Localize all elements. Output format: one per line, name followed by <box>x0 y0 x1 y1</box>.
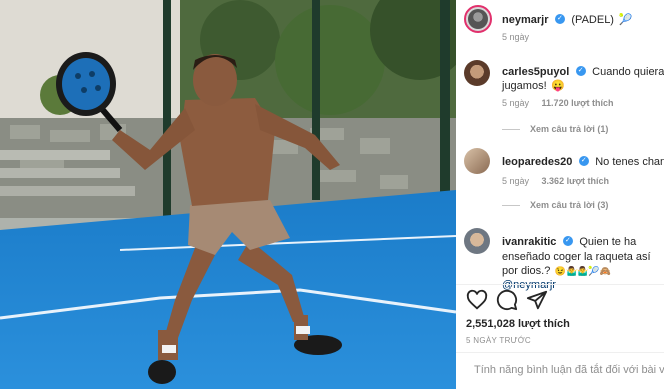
comment-icon[interactable] <box>496 289 518 311</box>
verified-icon: ✓ <box>575 65 586 76</box>
commenter-avatar[interactable] <box>464 228 490 254</box>
post-photo[interactable] <box>0 0 456 389</box>
divider <box>456 284 664 285</box>
comment-meta: 5 ngày 3.362 lượt thích <box>502 176 609 186</box>
verified-icon: ✓ <box>562 235 573 246</box>
replies-line <box>502 205 520 207</box>
comments-panel: neymarjr ✓ (PADEL) 🎾 5 ngày carles5puyol… <box>456 0 664 389</box>
comment-likes[interactable]: 11.720 lượt thích <box>542 98 614 108</box>
instagram-post-view: neymarjr ✓ (PADEL) 🎾 5 ngày carles5puyol… <box>0 0 664 389</box>
comment-text: Cuando quieras <box>592 66 664 78</box>
share-icon[interactable] <box>526 289 548 311</box>
view-replies-label: Xem câu trả lời (1) <box>530 124 609 134</box>
verified-icon: ✓ <box>554 13 565 24</box>
likes-count[interactable]: 2,551,028 lượt thích <box>466 318 570 330</box>
avatar[interactable] <box>464 5 492 33</box>
caption-text: (PADEL) <box>571 14 614 26</box>
comment-line: leoparedes20 ✓ No tenes chance <box>502 152 664 170</box>
commenter-avatar[interactable] <box>464 148 490 174</box>
comment-meta: 5 ngày 11.720 lượt thích <box>502 98 614 108</box>
commenter-avatar[interactable] <box>464 60 490 86</box>
post-time: 5 ngày <box>502 32 530 42</box>
comments-disabled-text: Tính năng bình luận đã tắt đối với bài v… <box>474 364 664 376</box>
comment-text: jugamos! <box>502 80 547 92</box>
comment-text: No tenes chance <box>595 156 664 168</box>
comment-line: jugamos! 😛 <box>502 76 565 94</box>
view-replies-button[interactable]: Xem câu trả lời (1) <box>502 124 608 134</box>
comments-disabled-bar: Tính năng bình luận đã tắt đối với bài v… <box>456 352 664 389</box>
post-username[interactable]: neymarjr <box>502 14 548 26</box>
view-replies-button[interactable]: Xem câu trả lời (3) <box>502 200 608 210</box>
replies-line <box>502 129 520 131</box>
comment-time: 5 ngày <box>502 176 530 186</box>
comment-username[interactable]: leoparedes20 <box>502 156 572 168</box>
verified-icon: ✓ <box>578 155 589 166</box>
heart-icon[interactable] <box>466 289 488 311</box>
post-header: neymarjr ✓ (PADEL) 🎾 5 ngày <box>456 0 664 54</box>
caption: neymarjr ✓ (PADEL) 🎾 <box>502 10 632 28</box>
view-replies-label: Xem câu trả lời (3) <box>530 200 609 210</box>
padel-court-photo <box>0 0 456 389</box>
comment-emoji: 😛 <box>551 80 565 92</box>
comment-emoji: 😉🤷‍♂️🤷‍♂️🎾🙈 <box>554 266 611 276</box>
comment-likes[interactable]: 3.362 lượt thích <box>542 176 609 186</box>
tennis-ball-emoji: 🎾 <box>618 14 633 26</box>
post-timestamp: 5 NGÀY TRƯỚC <box>466 336 532 345</box>
comment-time: 5 ngày <box>502 98 530 108</box>
